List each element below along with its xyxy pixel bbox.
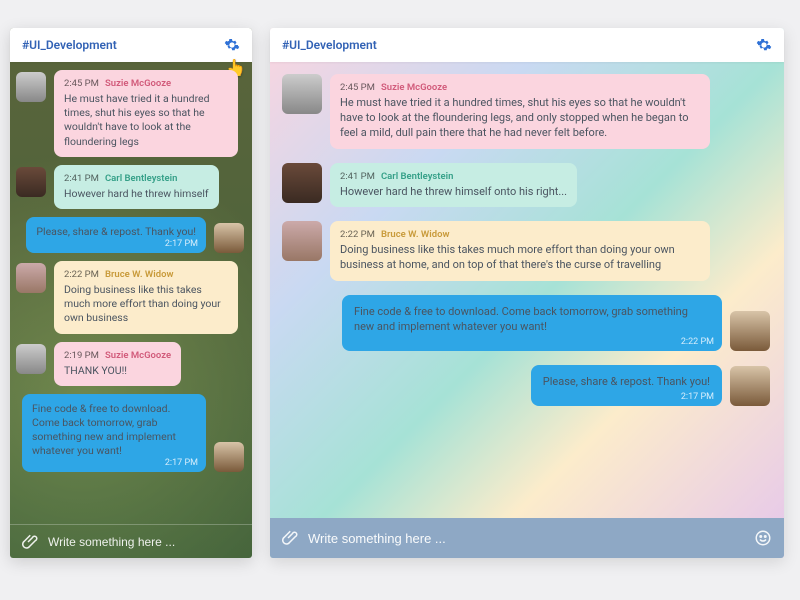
message-time: 2:41 PM (64, 173, 99, 184)
message-feed[interactable]: 2:45 PM Suzie McGooze He must have tried i… (10, 62, 252, 524)
avatar[interactable] (214, 442, 244, 472)
message-time: 2:45 PM (64, 78, 99, 89)
message-time: 2:45 PM (340, 82, 375, 93)
message-text: Please, share & repost. Thank you! (543, 375, 710, 390)
message-time: 2:22 PM (340, 229, 375, 240)
avatar[interactable] (16, 344, 46, 374)
message-time: 2:22 PM (681, 337, 714, 347)
avatar[interactable] (730, 366, 770, 406)
emoji-icon[interactable] (754, 529, 772, 547)
message-bubble: Please, share & repost. Thank you!2:17 P… (26, 217, 206, 253)
avatar[interactable] (16, 72, 46, 102)
composer (270, 518, 784, 558)
chat-header: #UI_Development (10, 28, 252, 62)
message-row[interactable]: Fine code & free to download. Come back … (16, 394, 244, 473)
avatar[interactable] (282, 74, 322, 114)
message-bubble: 2:22 PM Bruce W. Widow Doing business like… (330, 221, 710, 281)
avatar[interactable] (214, 223, 244, 253)
message-meta: 2:45 PM Suzie McGooze (64, 78, 228, 89)
chat-panel-mobile: #UI_Development 👆 2:45 PMSuzie McGoozeHe… (10, 28, 252, 558)
message-meta: 2:19 PM Suzie McGooze (64, 350, 171, 361)
message-time: 2:19 PM (64, 350, 99, 361)
message-text: Please, share & repost. Thank you! (36, 225, 196, 239)
message-bubble: 2:41 PM Carl Bentleystein However hard he … (330, 163, 577, 208)
message-bubble: Fine code & free to download. Come back … (22, 394, 206, 473)
message-bubble: 2:45 PM Suzie McGooze He must have tried i… (330, 74, 710, 149)
message-row[interactable]: 2:22 PM Bruce W. Widow Doing business like… (16, 261, 244, 334)
composer-input[interactable] (48, 535, 240, 549)
message-text: THANK YOU!! (64, 364, 171, 378)
message-text: He must have tried it a hundred times, s… (340, 96, 700, 141)
message-bubble: Fine code & free to download. Come back … (342, 295, 722, 351)
message-row[interactable]: 2:41 PM Carl Bentleystein However hard he … (282, 163, 770, 208)
message-row[interactable]: 2:45 PM Suzie McGooze He must have tried i… (16, 70, 244, 157)
message-author: Suzie McGooze (105, 350, 171, 361)
message-bubble: 2:45 PM Suzie McGooze He must have tried i… (54, 70, 238, 157)
message-author: Carl Bentleystein (381, 171, 453, 182)
message-author: Carl Bentleystein (105, 173, 177, 184)
message-author: Suzie McGooze (381, 82, 447, 93)
message-row[interactable]: 2:19 PM Suzie McGooze THANK YOU!! (16, 342, 244, 386)
avatar[interactable] (282, 163, 322, 203)
message-bubble: 2:41 PM Carl Bentleystein However hard he … (54, 165, 219, 209)
message-text: Doing business like this takes much more… (64, 283, 228, 326)
chat-panel-desktop: #UI_Development 2:45 PM Suzie McGooze He m… (270, 28, 784, 558)
gear-icon[interactable] (756, 37, 772, 53)
message-meta: 2:22 PM Bruce W. Widow (340, 229, 700, 240)
attach-icon[interactable] (282, 529, 300, 547)
message-author: Bruce W. Widow (381, 229, 450, 240)
message-bubble: 2:19 PM Suzie McGooze THANK YOU!! (54, 342, 181, 386)
message-meta: 2:45 PM Suzie McGooze (340, 82, 700, 93)
message-text: He must have tried it a hundred times, s… (64, 92, 228, 149)
message-text: However hard he threw himself (64, 187, 209, 201)
channel-title: #UI_Development (22, 38, 117, 52)
message-text: Fine code & free to download. Come back … (32, 402, 196, 459)
message-row[interactable]: 2:45 PM Suzie McGooze He must have tried i… (282, 74, 770, 149)
message-bubble: 2:22 PM Bruce W. Widow Doing business like… (54, 261, 238, 334)
message-text: However hard he threw himself onto his r… (340, 185, 567, 200)
avatar[interactable] (282, 221, 322, 261)
message-text: Doing business like this takes much more… (340, 243, 700, 273)
message-author: Suzie McGooze (105, 78, 171, 89)
message-time: 2:22 PM (64, 269, 99, 280)
message-row[interactable]: Please, share & repost. Thank you! 2:17 P… (282, 365, 770, 406)
composer (10, 524, 252, 558)
gear-icon[interactable] (224, 37, 240, 53)
channel-title: #UI_Development (282, 38, 377, 52)
message-time: 2:17 PM (165, 239, 198, 249)
avatar[interactable] (730, 311, 770, 351)
message-time: 2:17 PM (681, 392, 714, 402)
message-meta: 2:41 PM Carl Bentleystein (64, 173, 209, 184)
message-row[interactable]: Fine code & free to download. Come back … (282, 295, 770, 351)
attach-icon[interactable] (22, 533, 40, 551)
message-time: 2:17 PM (165, 458, 198, 468)
message-row[interactable]: 2:41 PM Carl Bentleystein However hard he … (16, 165, 244, 209)
message-time: 2:41 PM (340, 171, 375, 182)
message-row[interactable]: Please, share & repost. Thank you!2:17 P… (16, 217, 244, 253)
message-author: Bruce W. Widow (105, 269, 174, 280)
message-text: Fine code & free to download. Come back … (354, 305, 710, 335)
message-feed[interactable]: 2:45 PM Suzie McGooze He must have tried i… (270, 62, 784, 518)
chat-header: #UI_Development (270, 28, 784, 62)
message-meta: 2:41 PM Carl Bentleystein (340, 171, 567, 182)
composer-input[interactable] (308, 531, 746, 546)
avatar[interactable] (16, 167, 46, 197)
avatar[interactable] (16, 263, 46, 293)
message-meta: 2:22 PM Bruce W. Widow (64, 269, 228, 280)
message-bubble: Please, share & repost. Thank you! 2:17 P… (531, 365, 722, 406)
message-row[interactable]: 2:22 PM Bruce W. Widow Doing business like… (282, 221, 770, 281)
